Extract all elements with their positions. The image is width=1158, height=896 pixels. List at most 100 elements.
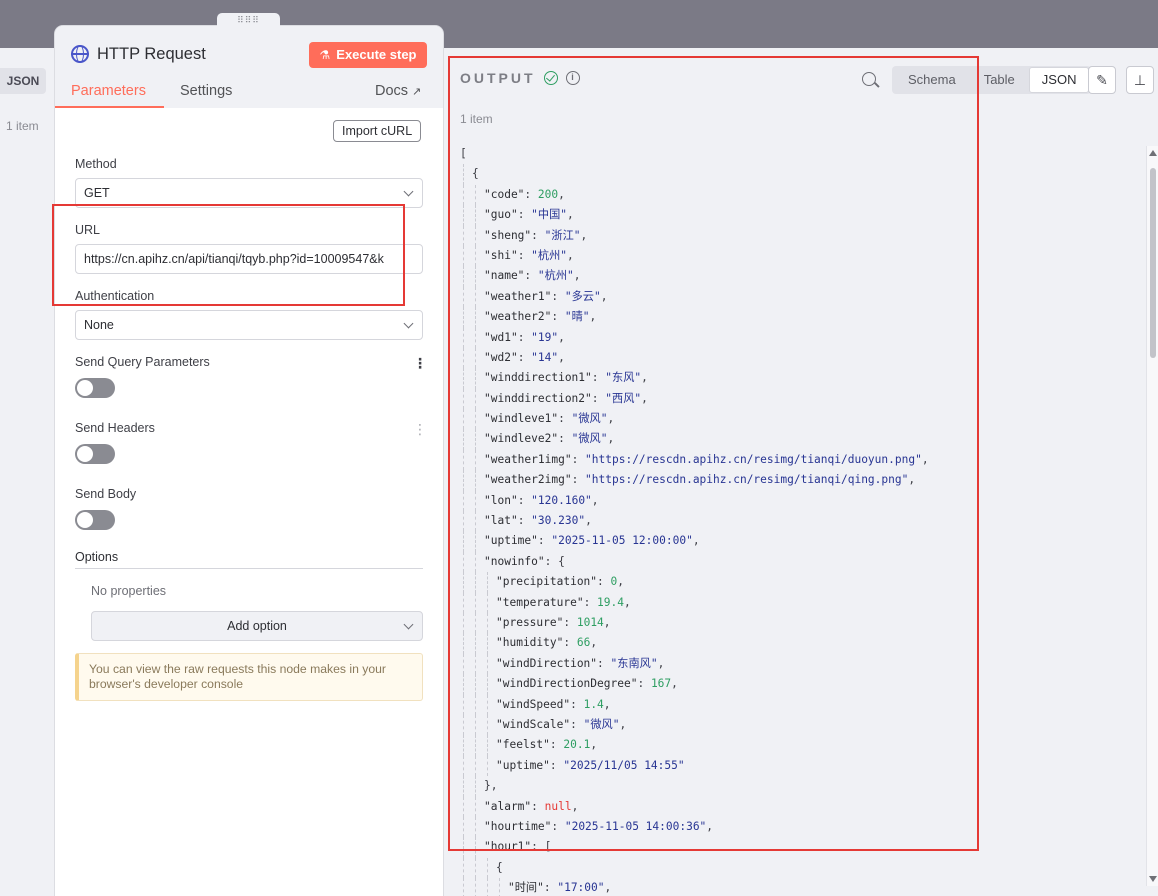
options-divider	[75, 568, 423, 569]
output-panel: OUTPUT i Schema Table JSON ✎ ⊥ 1 item [ {…	[444, 48, 1158, 896]
pin-data-button[interactable]: ⊥	[1126, 66, 1154, 94]
json-line: "weather2": "晴",	[460, 307, 1140, 328]
send-body-toggle[interactable]	[75, 510, 115, 530]
url-label: URL	[75, 223, 101, 237]
scroll-up-arrow-icon[interactable]	[1149, 150, 1157, 156]
json-line: "feelst": 20.1,	[460, 735, 1140, 756]
globe-icon	[71, 45, 89, 63]
json-line: "nowinfo": {	[460, 551, 1140, 573]
json-line: "temperature": 19.4,	[460, 592, 1140, 613]
json-line: "name": "杭州",	[460, 266, 1140, 287]
tab-parameters[interactable]: Parameters	[71, 83, 146, 99]
input-panel: JSON 1 item	[0, 48, 60, 896]
add-option-button[interactable]: Add option	[91, 611, 423, 641]
json-line: "winddirection1": "东风",	[460, 368, 1140, 389]
node-header: HTTP Request ⚗ Execute step Parameters Se…	[55, 26, 443, 108]
json-line: "uptime": "2025-11-05 12:00:00",	[460, 531, 1140, 552]
json-line: "uptime": "2025/11/05 14:55"	[460, 755, 1140, 777]
json-line: "winddirection2": "西风",	[460, 388, 1140, 410]
output-scrollbar[interactable]	[1146, 146, 1158, 886]
output-item-count: 1 item	[460, 112, 493, 126]
send-query-label: Send Query Parameters	[75, 355, 210, 369]
json-line: "windDirection": "东南风",	[460, 653, 1140, 675]
flask-icon: ⚗	[319, 48, 331, 62]
docs-link[interactable]: Docs ↗	[375, 83, 421, 99]
authentication-select[interactable]: None	[75, 310, 423, 340]
import-curl-button[interactable]: Import cURL	[333, 120, 422, 142]
json-line: "windSpeed": 1.4,	[460, 694, 1140, 715]
json-line: "windleve1": "微风",	[460, 409, 1140, 430]
method-select[interactable]: GET	[75, 178, 423, 208]
json-line: {	[460, 164, 1140, 185]
view-tab-schema[interactable]: Schema	[894, 68, 970, 92]
method-value: GET	[84, 186, 110, 200]
pencil-icon: ✎	[1096, 72, 1108, 88]
output-title: OUTPUT	[460, 70, 536, 86]
panel-drag-handle[interactable]: ⠿⠿⠿	[217, 13, 280, 27]
json-viewer[interactable]: [{"code": 200, "guo": "中国", "sheng": "浙江",…	[460, 144, 1140, 896]
node-title[interactable]: HTTP Request	[97, 45, 206, 64]
json-line: "lon": "120.160",	[460, 490, 1140, 512]
scroll-thumb[interactable]	[1150, 168, 1156, 358]
json-line: "windDirectionDegree": 167,	[460, 674, 1140, 695]
json-line: "weather2img": "https://rescdn.apihz.cn/…	[460, 470, 1140, 491]
json-line: "windScale": "微风",	[460, 714, 1140, 736]
query-options-menu-icon[interactable]: ⋮	[413, 356, 427, 370]
send-query-toggle[interactable]	[75, 378, 115, 398]
send-body-label: Send Body	[75, 487, 137, 501]
json-line: "lat": "30.230",	[460, 511, 1140, 532]
options-title: Options	[75, 550, 119, 564]
chevron-down-icon	[403, 318, 414, 329]
no-properties-text: No properties	[91, 584, 167, 598]
output-header: OUTPUT i	[460, 70, 580, 86]
send-headers-toggle[interactable]	[75, 444, 115, 464]
chevron-down-icon	[403, 186, 414, 197]
pin-icon: ⊥	[1133, 72, 1147, 88]
info-icon[interactable]: i	[565, 71, 580, 85]
method-label: Method	[75, 157, 117, 171]
view-tab-table[interactable]: Table	[970, 68, 1029, 92]
headers-options-menu-icon[interactable]: ⋮	[413, 422, 427, 436]
add-option-label: Add option	[227, 619, 287, 633]
input-json-tab[interactable]: JSON	[0, 68, 46, 94]
edit-output-button[interactable]: ✎	[1088, 66, 1116, 94]
json-line: "precipitation": 0,	[460, 572, 1140, 593]
json-line: "humidity": 66,	[460, 633, 1140, 654]
json-line: },	[460, 776, 1140, 797]
json-line: "code": 200,	[460, 184, 1140, 206]
json-line: "guo": "中国",	[460, 205, 1140, 226]
docs-label: Docs	[375, 83, 409, 99]
view-tab-json[interactable]: JSON	[1028, 67, 1090, 93]
node-settings-panel: HTTP Request ⚗ Execute step Parameters Se…	[55, 26, 443, 896]
authentication-value: None	[84, 318, 114, 332]
search-icon[interactable]	[862, 72, 876, 86]
scroll-down-arrow-icon[interactable]	[1149, 876, 1157, 882]
json-line: "weather1": "多云",	[460, 286, 1140, 308]
external-link-icon: ↗	[412, 86, 422, 98]
json-line: "sheng": "浙江",	[460, 225, 1140, 246]
json-line: [	[460, 147, 467, 160]
json-line: "alarm": null,	[460, 796, 1140, 817]
json-line: "weather1img": "https://rescdn.apihz.cn/…	[460, 449, 1140, 471]
json-line: "wd1": "19",	[460, 327, 1140, 348]
active-tab-indicator	[55, 106, 164, 108]
json-line: {	[460, 857, 1140, 879]
input-item-count: 1 item	[6, 119, 39, 133]
json-line: "时间": "17:00",	[460, 878, 1140, 896]
json-line: "hourtime": "2025-11-05 14:00:36",	[460, 816, 1140, 838]
json-line: "shi": "杭州",	[460, 245, 1140, 267]
execute-step-button[interactable]: ⚗ Execute step	[309, 42, 427, 68]
url-input[interactable]: https://cn.apihz.cn/api/tianqi/tqyb.php?…	[75, 244, 423, 274]
json-line: "pressure": 1014,	[460, 612, 1140, 634]
chevron-down-icon	[403, 619, 414, 630]
developer-console-notice: You can view the raw requests this node …	[75, 653, 423, 701]
authentication-label: Authentication	[75, 289, 155, 303]
send-headers-label: Send Headers	[75, 421, 155, 435]
success-check-icon	[543, 71, 558, 85]
json-line: "windleve2": "微风",	[460, 429, 1140, 450]
json-line: "wd2": "14",	[460, 347, 1140, 369]
execute-step-label: Execute step	[336, 47, 417, 62]
tab-settings[interactable]: Settings	[180, 83, 232, 99]
json-line: "hour1": [	[460, 837, 1140, 858]
output-view-switcher: Schema Table JSON	[892, 66, 1092, 94]
